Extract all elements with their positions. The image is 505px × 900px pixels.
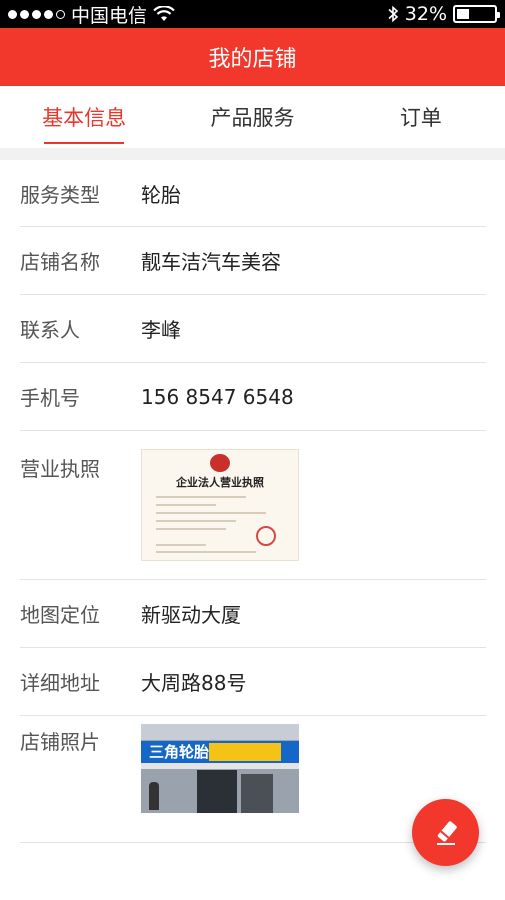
phone-row: 手机号 156 8547 6548 [20,363,486,431]
signal-strength-icon [8,9,65,19]
storefront-entrance [241,774,273,813]
shop-photo-image[interactable]: 三角轮胎 [141,724,299,813]
tab-label: 订单 [399,106,442,130]
address-row: 详细地址 大周路88号 [20,648,486,716]
edit-button[interactable] [412,799,479,866]
contact-label: 联系人 [20,318,80,342]
tab-label: 基本信息 [42,106,127,130]
storefront-sign-text: 三角轮胎 [149,743,210,761]
shop-info-list: 服务类型 轮胎 店铺名称 靓车洁汽车美容 联系人 李峰 手机号 156 8547… [0,160,505,843]
map-location-row[interactable]: 地图定位 新驱动大厦 [20,580,486,648]
phone-value: 156 8547 6548 [141,384,294,409]
edit-icon [436,820,457,845]
tab-bar: 基本信息 产品服务 订单 [0,86,505,148]
shop-name-row: 店铺名称 靓车洁汽车美容 [20,227,486,295]
business-license-image[interactable]: 企业法人营业执照 [141,449,299,561]
battery-percent: 32% [404,3,447,25]
contact-row: 联系人 李峰 [20,295,486,363]
phone-label: 手机号 [20,386,80,410]
status-bar-right: 32% [387,3,500,25]
tab-label: 产品服务 [210,106,295,130]
navigation-bar: 我的店铺 [0,28,505,86]
status-bar: 中国电信 32% [0,0,505,28]
shop-name-label: 店铺名称 [20,250,100,274]
map-location-label: 地图定位 [20,603,100,627]
official-seal-icon [256,526,276,546]
storefront-garage [197,770,237,813]
battery-icon [453,5,500,23]
tab-basic-info[interactable]: 基本信息 [0,86,168,148]
carrier-name: 中国电信 [71,4,148,27]
national-emblem-icon [210,454,230,472]
battery-level [457,9,469,19]
storefront-banner [141,763,299,769]
business-license-row: 营业执照 企业法人营业执照 [20,431,486,580]
wifi-icon [153,6,175,21]
page-title: 我的店铺 [208,47,297,72]
address-value: 大周路88号 [141,671,247,695]
tab-products-services[interactable]: 产品服务 [168,86,336,148]
status-bar-left: 中国电信 [8,1,175,28]
license-image-title: 企业法人营业执照 [176,476,264,489]
shop-photo-label: 店铺照片 [20,730,100,754]
section-divider [0,148,505,160]
bluetooth-icon [388,5,398,23]
address-label: 详细地址 [20,671,100,695]
business-license-label: 营业执照 [20,457,100,481]
service-type-value: 轮胎 [141,182,181,207]
storefront-sign-logo [209,743,281,761]
service-type-label: 服务类型 [20,182,100,207]
contact-value: 李峰 [141,318,181,342]
service-type-row: 服务类型 轮胎 [20,160,486,227]
tab-orders[interactable]: 订单 [337,86,505,148]
map-location-value: 新驱动大厦 [141,603,241,627]
shop-name-value: 靓车洁汽车美容 [141,250,281,274]
person-figure [149,782,159,810]
